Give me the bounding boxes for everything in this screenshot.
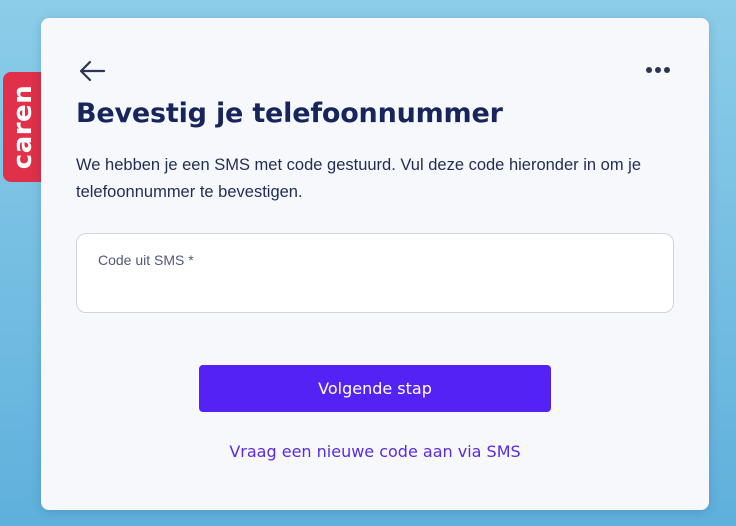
more-options-button[interactable]	[643, 58, 673, 82]
verification-card: Bevestig je telefoonnummer We hebben je …	[41, 18, 709, 510]
arrow-left-icon	[79, 60, 106, 82]
sms-code-field[interactable]: Code uit SMS *	[76, 233, 674, 313]
resend-code-link[interactable]: Vraag een nieuwe code aan via SMS	[41, 442, 709, 461]
page-title: Bevestig je telefoonnummer	[76, 98, 503, 129]
back-button[interactable]	[77, 56, 107, 86]
instructions-text: We hebben je een SMS met code gestuurd. …	[76, 156, 642, 201]
more-horizontal-icon	[646, 67, 670, 73]
brand-logo-text: caren	[8, 84, 38, 170]
sms-code-input[interactable]	[97, 274, 651, 302]
brand-logo-tab: caren	[3, 72, 43, 182]
sms-code-label: Code uit SMS *	[98, 252, 194, 268]
next-step-button[interactable]: Volgende stap	[199, 365, 551, 412]
